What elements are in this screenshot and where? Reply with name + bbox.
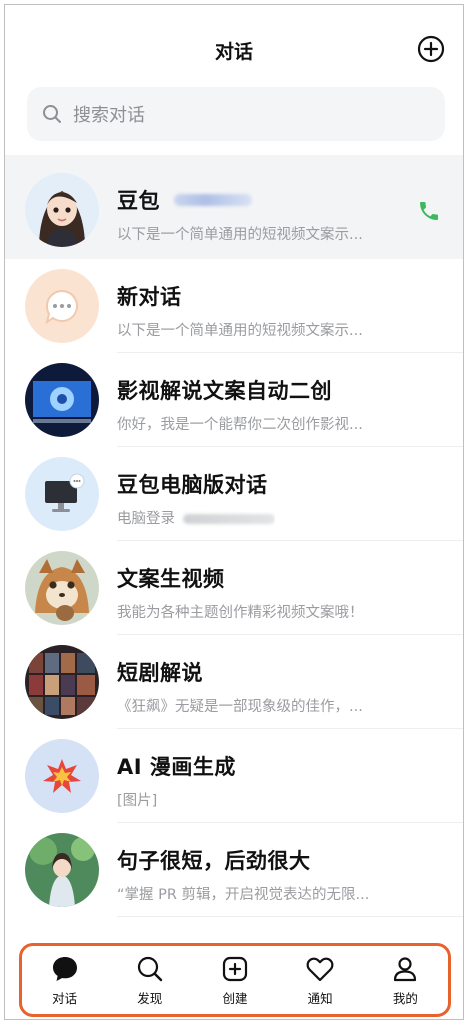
conversation-item-new[interactable]: 新对话 以下是一个简单通用的短视频文案示... — [5, 259, 463, 353]
ai-comic-avatar — [25, 739, 99, 813]
conversation-title: 短剧解说 — [117, 661, 203, 685]
heart-icon — [306, 957, 334, 981]
plus-square-icon — [222, 956, 248, 981]
search-icon — [137, 956, 162, 981]
conversation-title: 豆包 — [117, 189, 160, 213]
short-drama-avatar — [25, 645, 99, 719]
conversation-item-copy-to-video[interactable]: 文案生视频 我能为各种主题创作精彩视频文案哦！ — [5, 541, 463, 635]
search-icon — [43, 105, 61, 123]
conversation-title: 豆包电脑版对话 — [117, 473, 268, 497]
conversation-list: 豆包 以下是一个简单通用的短视频文案示... 新对话 以下是一个简单通用的短视频… — [5, 155, 463, 917]
conversation-preview: 以下是一个简单通用的短视频文案示... — [117, 323, 363, 339]
tab-label: 我的 — [392, 990, 418, 1006]
title-row: 影视解说文案自动二创 — [117, 375, 332, 405]
title-row: AI 漫画生成 — [117, 751, 236, 781]
tab-chat[interactable]: 对话 — [30, 954, 100, 1007]
conversation-title: 文案生视频 — [117, 567, 225, 591]
conversation-preview: 我能为各种主题创作精彩视频文案哦！ — [117, 605, 364, 621]
search-placeholder: 搜索对话 — [73, 105, 145, 126]
person-icon — [394, 956, 417, 981]
conversation-preview: 你好，我是一个能帮你二次创作影视... — [117, 417, 363, 433]
title-row: 豆包 — [117, 185, 252, 215]
header: 对话 — [5, 5, 463, 85]
film-commentary-avatar — [25, 363, 99, 437]
bottom-tab-bar: 对话 发现 创建 通知 我的 — [19, 943, 451, 1017]
tab-notifications[interactable]: 通知 — [285, 954, 355, 1007]
conversation-item-ai-comic[interactable]: AI 漫画生成 [图片] — [5, 729, 463, 823]
conversation-preview: 以下是一个简单通用的短视频文案示... — [117, 227, 363, 243]
tab-profile[interactable]: 我的 — [370, 954, 440, 1007]
chat-bubble-icon — [52, 956, 77, 981]
title-row: 豆包电脑版对话 — [117, 469, 268, 499]
short-sentence-avatar — [25, 833, 99, 907]
tab-create[interactable]: 创建 — [200, 954, 270, 1007]
conversation-item-pc-version[interactable]: 豆包电脑版对话 电脑登录 — [5, 447, 463, 541]
app-frame: 对话 搜索对话 豆包 以下是一个简单通用的短视频文案示... 新对话 以下是一个… — [4, 4, 464, 1020]
conversation-preview: [图片] — [117, 793, 158, 809]
conversation-item-short-drama[interactable]: 短剧解说 《狂飙》无疑是一部现象级的佳作，... — [5, 635, 463, 729]
tab-discover[interactable]: 发现 — [115, 954, 185, 1007]
title-row: 文案生视频 — [117, 563, 225, 593]
conversation-title: 新对话 — [117, 285, 182, 309]
conversation-item-film-commentary[interactable]: 影视解说文案自动二创 你好，我是一个能帮你二次创作影视... — [5, 353, 463, 447]
conversation-preview: “掌握 PR 剪辑，开启视觉表达的无限... — [117, 887, 370, 903]
tab-label: 发现 — [137, 990, 163, 1006]
page-title: 对话 — [214, 41, 253, 63]
conversation-item-doubao[interactable]: 豆包 以下是一个简单通用的短视频文案示... — [5, 155, 463, 259]
search-input[interactable]: 搜索对话 — [27, 87, 445, 141]
conversation-title: 句子很短，后劲很大 — [117, 849, 311, 873]
conversation-preview: 电脑登录 — [117, 507, 275, 528]
pc-version-avatar — [25, 457, 99, 531]
conversation-item-short-sentence[interactable]: 句子很短，后劲很大 “掌握 PR 剪辑，开启视觉表达的无限... — [5, 823, 463, 917]
add-conversation-icon[interactable] — [417, 35, 445, 63]
conversation-title: 影视解说文案自动二创 — [117, 379, 332, 403]
blurred-link — [183, 514, 275, 524]
conversation-title: AI 漫画生成 — [117, 755, 236, 779]
title-row: 新对话 — [117, 281, 182, 311]
tab-label: 对话 — [52, 990, 78, 1006]
tab-label: 创建 — [222, 990, 248, 1006]
new-chat-avatar — [25, 269, 99, 343]
preview-text: 电脑登录 — [117, 511, 175, 527]
divider — [117, 916, 463, 917]
doubao-avatar — [25, 173, 99, 247]
title-row: 短剧解说 — [117, 657, 203, 687]
title-row: 句子很短，后劲很大 — [117, 845, 311, 875]
tab-label: 通知 — [307, 990, 333, 1006]
blurred-link — [174, 194, 252, 206]
copy-to-video-avatar — [25, 551, 99, 625]
phone-call-icon[interactable] — [417, 199, 441, 223]
conversation-preview: 《狂飙》无疑是一部现象级的佳作，... — [117, 699, 363, 715]
